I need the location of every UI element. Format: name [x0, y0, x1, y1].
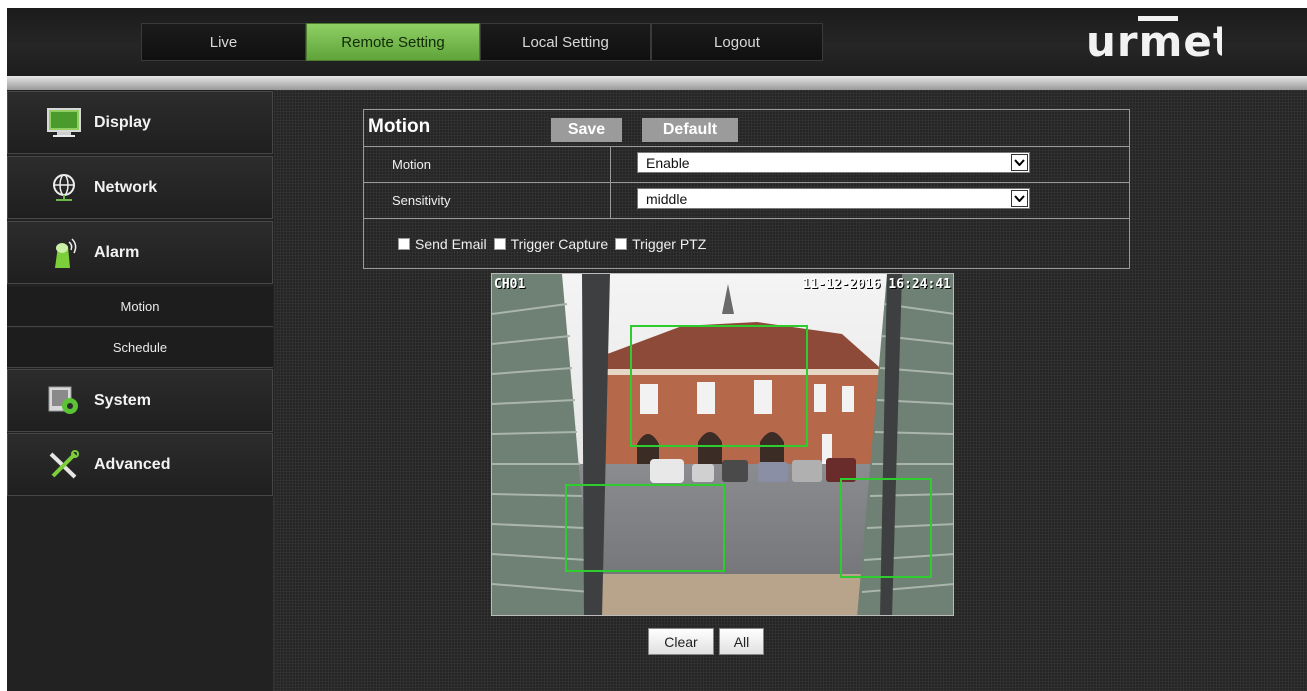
motion-label: Motion	[392, 157, 432, 172]
send-email-checkbox[interactable]	[398, 238, 410, 250]
logo-text: urmet	[1086, 17, 1222, 62]
tools-icon	[44, 448, 84, 482]
sensitivity-label: Sensitivity	[392, 193, 451, 208]
main-content: Display Network Alarm Motion Schedule Sy…	[7, 90, 1307, 691]
sidebar: Display Network Alarm Motion Schedule Sy…	[7, 90, 274, 691]
system-gear-icon	[44, 384, 84, 418]
trigger-capture-option: Trigger Capture	[493, 236, 609, 252]
top-navigation-bar: Live Remote Setting Local Setting Logout…	[7, 8, 1307, 76]
motion-zone[interactable]	[565, 484, 725, 572]
tab-logout[interactable]: Logout	[651, 23, 823, 61]
tab-remote-setting[interactable]: Remote Setting	[306, 23, 480, 61]
trigger-checkboxes: Send Email Trigger Capture Trigger PTZ	[398, 236, 713, 252]
sensitivity-row: Sensitivity middle	[364, 182, 1129, 218]
sidebar-item-system[interactable]: System	[7, 369, 273, 432]
sensitivity-select-value: middle	[646, 191, 688, 207]
sidebar-empty-area	[7, 497, 274, 691]
channel-osd: CH01	[494, 277, 526, 292]
submenu-item-motion[interactable]: Motion	[7, 287, 273, 327]
panel-header: Motion Save Default	[364, 110, 1129, 146]
sidebar-item-label: Network	[94, 178, 158, 196]
tab-live[interactable]: Live	[141, 23, 306, 61]
motion-zone[interactable]	[840, 478, 932, 578]
row-divider	[610, 147, 611, 182]
motion-zone[interactable]	[630, 325, 808, 447]
motion-select-value: Enable	[646, 155, 690, 171]
submenu-item-schedule[interactable]: Schedule	[7, 328, 273, 368]
motion-settings-panel: Motion Save Default Motion Enable Sensit…	[363, 109, 1130, 269]
default-button[interactable]: Default	[642, 118, 738, 142]
top-bar-divider	[7, 76, 1307, 90]
chevron-down-icon	[1011, 190, 1028, 207]
tab-local-setting[interactable]: Local Setting	[480, 23, 651, 61]
sensitivity-select[interactable]: middle	[637, 188, 1030, 209]
panel-title: Motion	[368, 116, 431, 137]
alarm-siren-icon	[44, 236, 84, 270]
camera-motion-grid[interactable]: CH01 11-12-2016 16:24:41	[491, 273, 954, 616]
motion-select[interactable]: Enable	[637, 152, 1030, 173]
clear-button[interactable]: Clear	[648, 628, 714, 655]
caption-strip	[0, 0, 1307, 8]
timestamp-osd: 11-12-2016 16:24:41	[802, 277, 951, 292]
sidebar-item-advanced[interactable]: Advanced	[7, 433, 273, 496]
monitor-icon	[44, 106, 84, 140]
send-email-option: Send Email	[398, 236, 487, 252]
sidebar-item-label: Alarm	[94, 243, 140, 261]
sidebar-item-network[interactable]: Network	[7, 156, 273, 219]
sidebar-item-label: Display	[94, 113, 151, 131]
send-email-label: Send Email	[415, 236, 487, 252]
row-divider	[610, 183, 611, 218]
sidebar-item-label: System	[94, 391, 151, 409]
urmet-logo: urmet	[1082, 12, 1233, 66]
globe-network-icon	[44, 171, 84, 205]
save-button[interactable]: Save	[551, 118, 622, 142]
trigger-capture-checkbox[interactable]	[493, 238, 506, 250]
chevron-down-icon	[1011, 154, 1028, 171]
sidebar-item-alarm[interactable]: Alarm	[7, 221, 273, 284]
select-all-button[interactable]: All	[719, 628, 764, 655]
trigger-ptz-option: Trigger PTZ	[615, 236, 706, 252]
motion-row: Motion Enable	[364, 146, 1129, 182]
app-frame: Live Remote Setting Local Setting Logout…	[7, 8, 1307, 691]
trigger-capture-label: Trigger Capture	[510, 236, 609, 252]
trigger-ptz-checkbox[interactable]	[615, 238, 628, 250]
trigger-ptz-label: Trigger PTZ	[632, 236, 707, 252]
sidebar-item-display[interactable]: Display	[7, 91, 273, 154]
sidebar-item-label: Advanced	[94, 455, 171, 473]
